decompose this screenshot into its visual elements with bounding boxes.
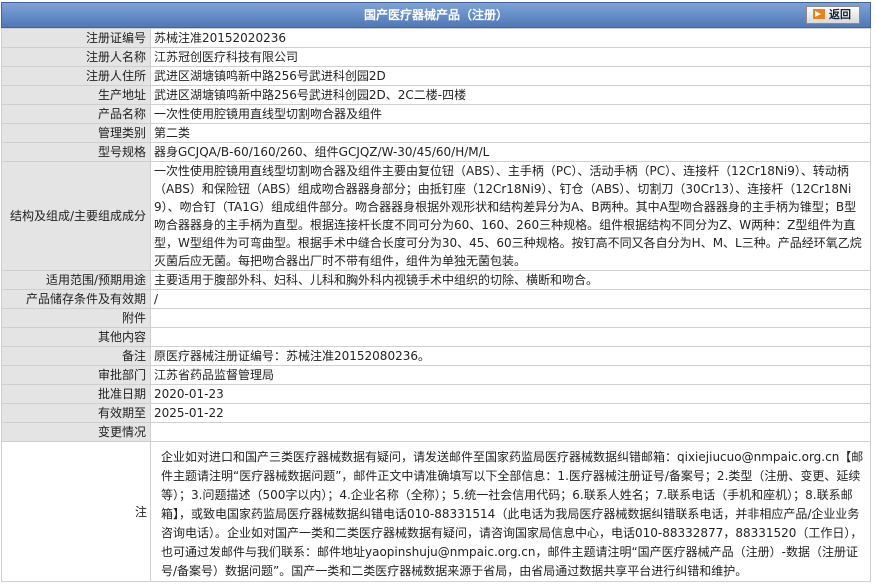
value-reg-no: 苏械注准20152020236: [150, 28, 871, 48]
label-production-address: 生产地址: [1, 85, 151, 105]
row-approval-date: 批准日期 2020-01-23: [1, 384, 871, 404]
row-scope: 适用范围/预期用途 主要适用于腹部外科、妇科、儿科和胸外科内视镜手术中组织的切除…: [1, 270, 871, 290]
value-approval-date: 2020-01-23: [150, 384, 871, 404]
value-production-address: 武进区湖塘镇鸣新中路256号武进科创园2D、2C二楼-四楼: [150, 85, 871, 105]
row-structure: 结构及组成/主要组成成分 一次性使用腔镜用直线型切割吻合器及组件主要由复位钮（A…: [1, 161, 871, 271]
value-storage: /: [150, 289, 871, 309]
value-registrant-name: 江苏冠创医疗科技有限公司: [150, 47, 871, 67]
row-note: 注 企业如对进口和国产三类医疗器械数据有疑问，请发送邮件至国家药监局医疗器械数据…: [1, 441, 871, 582]
label-structure: 结构及组成/主要组成成分: [1, 161, 151, 271]
value-mgmt-class: 第二类: [150, 123, 871, 143]
label-registrant-name: 注册人名称: [1, 47, 151, 67]
label-reg-no: 注册证编号: [1, 28, 151, 48]
value-structure: 一次性使用腔镜用直线型切割吻合器及组件主要由复位钮（ABS）、主手柄（PC）、活…: [150, 161, 871, 271]
label-approval-date: 批准日期: [1, 384, 151, 404]
page: 国产医疗器械产品（注册） 返回 注册证编号 苏械注准20152020236 注册…: [1, 2, 871, 582]
row-production-address: 生产地址 武进区湖塘镇鸣新中路256号武进科创园2D、2C二楼-四楼: [1, 85, 871, 105]
page-title: 国产医疗器械产品（注册）: [363, 8, 508, 22]
value-scope: 主要适用于腹部外科、妇科、儿科和胸外科内视镜手术中组织的切除、横断和吻合。: [150, 270, 871, 290]
label-approval-dept: 审批部门: [1, 365, 151, 385]
back-label: 返回: [829, 8, 851, 21]
label-registrant-address: 注册人住所: [1, 66, 151, 86]
row-valid-until: 有效期至 2025-01-22: [1, 403, 871, 423]
row-other: 其他内容: [1, 327, 871, 347]
value-product-name: 一次性使用腔镜用直线型切割吻合器及组件: [150, 104, 871, 124]
row-registrant-address: 注册人住所 武进区湖塘镇鸣新中路256号武进科创园2D: [1, 66, 871, 86]
value-changes: [150, 422, 871, 442]
value-attachment: [150, 308, 871, 328]
row-registrant-name: 注册人名称 江苏冠创医疗科技有限公司: [1, 47, 871, 67]
label-attachment: 附件: [1, 308, 151, 328]
label-remark: 备注: [1, 346, 151, 366]
row-model-spec: 型号规格 器身GCJQA/B-60/160/260、组件GCJQZ/W-30/4…: [1, 142, 871, 162]
label-mgmt-class: 管理类别: [1, 123, 151, 143]
row-changes: 变更情况: [1, 422, 871, 442]
label-model-spec: 型号规格: [1, 142, 151, 162]
value-note: 企业如对进口和国产三类医疗器械数据有疑问，请发送邮件至国家药监局医疗器械数据纠错…: [150, 441, 871, 582]
value-model-spec: 器身GCJQA/B-60/160/260、组件GCJQZ/W-30/45/60/…: [150, 142, 871, 162]
row-reg-no: 注册证编号 苏械注准20152020236: [1, 28, 871, 48]
label-other: 其他内容: [1, 327, 151, 347]
row-mgmt-class: 管理类别 第二类: [1, 123, 871, 143]
value-approval-dept: 江苏省药品监督管理局: [150, 365, 871, 385]
row-storage: 产品储存条件及有效期 /: [1, 289, 871, 309]
back-button[interactable]: 返回: [806, 6, 860, 24]
row-attachment: 附件: [1, 308, 871, 328]
back-arrow-icon: [813, 9, 825, 19]
value-remark: 原医疗器械注册证编号：苏械注准20152080236。: [150, 346, 871, 366]
label-scope: 适用范围/预期用途: [1, 270, 151, 290]
detail-table: 注册证编号 苏械注准20152020236 注册人名称 江苏冠创医疗科技有限公司…: [1, 28, 871, 582]
row-approval-dept: 审批部门 江苏省药品监督管理局: [1, 365, 871, 385]
row-product-name: 产品名称 一次性使用腔镜用直线型切割吻合器及组件: [1, 104, 871, 124]
value-registrant-address: 武进区湖塘镇鸣新中路256号武进科创园2D: [150, 66, 871, 86]
value-valid-until: 2025-01-22: [150, 403, 871, 423]
label-changes: 变更情况: [1, 422, 151, 442]
label-valid-until: 有效期至: [1, 403, 151, 423]
value-other: [150, 327, 871, 347]
label-storage: 产品储存条件及有效期: [1, 289, 151, 309]
title-bar: 国产医疗器械产品（注册） 返回: [1, 2, 871, 28]
row-remark: 备注 原医疗器械注册证编号：苏械注准20152080236。: [1, 346, 871, 366]
label-product-name: 产品名称: [1, 104, 151, 124]
label-note: 注: [1, 441, 151, 582]
